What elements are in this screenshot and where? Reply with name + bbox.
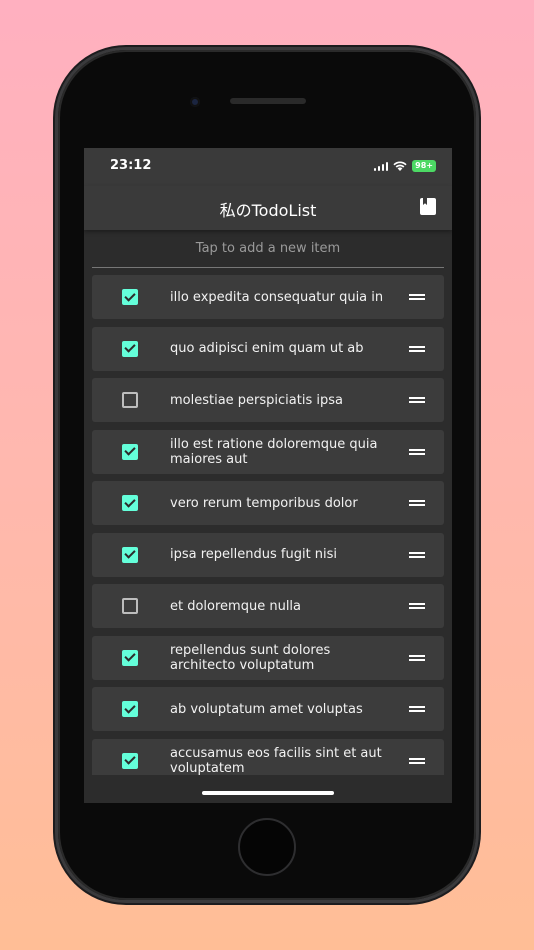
drag-handle-icon[interactable] [409,757,425,765]
todo-item-label: accusamus eos facilis sint et aut volupt… [170,745,382,776]
todo-item[interactable]: repellendus sunt dolores architecto volu… [92,635,444,680]
drag-handle-icon[interactable] [409,705,425,713]
todo-item[interactable]: quo adipisci enim quam ut ab [92,326,444,371]
checkbox-checked-icon[interactable] [122,701,138,717]
checkbox-checked-icon[interactable] [122,649,138,666]
drag-handle-icon[interactable] [409,448,425,456]
checkbox-checked-icon[interactable] [122,340,138,357]
checkbox-checked-icon[interactable] [122,752,138,769]
earpiece-speaker [230,98,306,104]
todo-item[interactable]: molestiae perspiciatis ipsa [92,378,444,422]
status-icons: 98+ [373,160,436,172]
status-time: 23:12 [110,158,152,173]
app-screen: 23:12 98+ 私のTodoList Tap to add a new it… [84,148,452,803]
todo-item-label: et doloremque nulla [170,598,302,614]
checkbox-checked-icon[interactable] [122,495,138,511]
todo-item[interactable]: illo est ratione doloremque quia maiores… [92,429,444,474]
todo-item[interactable]: vero rerum temporibus dolor [92,481,444,525]
todo-item-label: ipsa repellendus fugit nisi [170,547,338,562]
todo-list: illo expedita consequatur quia in quo adi… [92,275,444,775]
drag-handle-icon[interactable] [409,293,425,301]
todo-item-label: repellendus sunt dolores architecto volu… [170,642,331,673]
todo-item[interactable]: accusamus eos facilis sint et aut volupt… [92,738,444,776]
todo-item-label: vero rerum temporibus dolor [170,495,358,511]
app-bar: 私のTodoList [84,186,452,230]
drag-handle-icon[interactable] [409,654,425,662]
todo-item-label: illo est ratione doloremque quia maiores… [170,436,378,467]
add-item-input[interactable]: Tap to add a new item [92,230,444,268]
checkbox-unchecked-icon[interactable] [122,392,138,408]
todo-item[interactable]: et doloremque nulla [92,584,444,628]
checkbox-checked-icon[interactable] [122,443,138,460]
bookmark-book-icon[interactable] [420,198,436,215]
cellular-signal-icon [373,161,389,171]
home-indicator[interactable] [202,791,334,795]
drag-handle-icon[interactable] [409,345,425,353]
battery-indicator: 98+ [412,160,436,172]
drag-handle-icon[interactable] [409,551,425,559]
home-button[interactable] [238,818,296,876]
todo-item-label: molestiae perspiciatis ipsa [170,392,343,408]
checkbox-checked-icon[interactable] [122,289,138,305]
page-title: 私のTodoList [219,201,317,220]
todo-item[interactable]: illo expedita consequatur quia in [92,275,444,319]
checkbox-checked-icon[interactable] [122,546,138,563]
todo-item-label: quo adipisci enim quam ut ab [170,341,364,356]
checkbox-unchecked-icon[interactable] [122,598,138,614]
wifi-icon [393,161,407,171]
bottom-safe-area [84,776,452,803]
drag-handle-icon[interactable] [409,602,425,610]
drag-handle-icon[interactable] [409,396,425,404]
status-bar: 23:12 98+ [84,148,452,186]
todo-item[interactable]: ab voluptatum amet voluptas [92,687,444,731]
drag-handle-icon[interactable] [409,499,425,507]
front-camera [190,97,200,107]
todo-item-label: illo expedita consequatur quia in [170,289,384,305]
todo-item[interactable]: ipsa repellendus fugit nisi [92,532,444,577]
todo-item-label: ab voluptatum amet voluptas [170,701,363,717]
